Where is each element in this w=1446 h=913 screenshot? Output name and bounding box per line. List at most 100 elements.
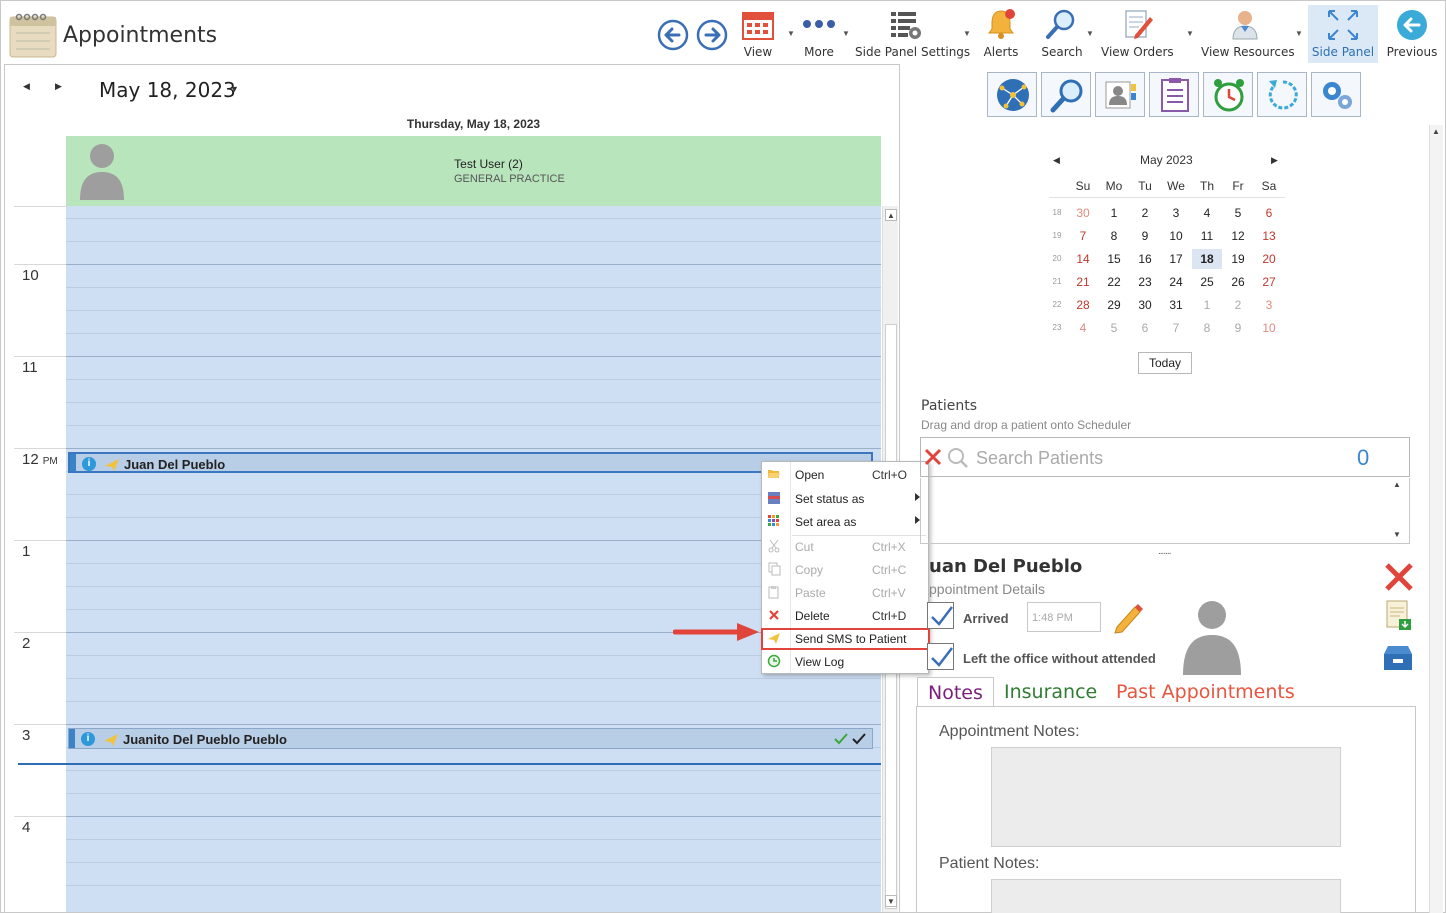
mini-cal-day[interactable]: 26: [1223, 272, 1253, 292]
view-dropdown-caret[interactable]: ▼: [787, 29, 795, 38]
mini-cal-day[interactable]: 17: [1161, 249, 1191, 269]
tab-insurance[interactable]: Insurance: [994, 677, 1107, 707]
mini-cal-day[interactable]: 10: [1161, 226, 1191, 246]
quick-settings-button[interactable]: [1311, 72, 1361, 117]
menu-item-set-area[interactable]: Set area as: [762, 510, 928, 532]
results-scroll-up[interactable]: ▲: [1393, 480, 1401, 489]
mini-cal-day[interactable]: 21: [1068, 272, 1098, 292]
scroll-down-button[interactable]: ▼: [885, 895, 897, 907]
mini-cal-day[interactable]: 31: [1161, 295, 1191, 315]
archive-box-icon[interactable]: [1382, 642, 1414, 672]
edit-pencil-icon[interactable]: [1111, 601, 1145, 635]
arrived-time-field[interactable]: 1:48 PM: [1027, 602, 1101, 632]
toolbar-search-button[interactable]: Search: [1040, 7, 1084, 63]
mini-cal-day[interactable]: 3: [1254, 295, 1284, 315]
mini-cal-day[interactable]: 23: [1130, 272, 1160, 292]
mini-cal-day[interactable]: 6: [1254, 203, 1284, 223]
mini-cal-day[interactable]: 2: [1130, 203, 1160, 223]
view-orders-caret[interactable]: ▼: [1186, 29, 1194, 38]
info-icon[interactable]: i: [82, 457, 96, 471]
mini-cal-day[interactable]: 27: [1254, 272, 1284, 292]
appointment-block[interactable]: i Juanito Del Pueblo Pueblo: [68, 728, 873, 749]
arrived-checkbox[interactable]: [927, 602, 954, 629]
mini-cal-day[interactable]: 14: [1068, 249, 1098, 269]
toolbar-previous-button[interactable]: Previous: [1385, 7, 1439, 63]
mini-cal-day[interactable]: 15: [1099, 249, 1129, 269]
quick-checklist-button[interactable]: [1149, 72, 1199, 117]
patient-results-list[interactable]: ▲ ▼: [920, 478, 1410, 544]
results-scroll-down[interactable]: ▼: [1393, 530, 1401, 539]
side-scroll-up[interactable]: ▲: [1432, 127, 1440, 136]
mini-cal-day[interactable]: 11: [1192, 226, 1222, 246]
mini-cal-day[interactable]: 9: [1223, 318, 1253, 338]
menu-item-delete[interactable]: Delete Ctrl+D: [762, 604, 928, 626]
mini-cal-day[interactable]: 20: [1254, 249, 1284, 269]
view-resources-caret[interactable]: ▼: [1295, 29, 1303, 38]
more-dropdown-caret[interactable]: ▼: [842, 29, 850, 38]
nav-forward-button[interactable]: [696, 19, 728, 56]
close-red-x-icon[interactable]: [1383, 561, 1415, 593]
toolbar-side-panel-button[interactable]: Side Panel: [1308, 5, 1378, 63]
quick-network-button[interactable]: [987, 72, 1037, 117]
menu-item-set-status[interactable]: Set status as: [762, 487, 928, 509]
side-panel-scrollbar[interactable]: ▲: [1429, 125, 1443, 913]
mini-cal-day[interactable]: 12: [1223, 226, 1253, 246]
toolbar-more-button[interactable]: More: [798, 7, 840, 63]
toolbar-view-orders-button[interactable]: View Orders: [1101, 7, 1174, 63]
today-button[interactable]: Today: [1138, 352, 1192, 374]
mini-cal-day[interactable]: 2: [1223, 295, 1253, 315]
mini-cal-day[interactable]: 5: [1099, 318, 1129, 338]
mini-cal-day[interactable]: 30: [1068, 203, 1098, 223]
mini-cal-day[interactable]: 19: [1223, 249, 1253, 269]
quick-contact-card-button[interactable]: [1095, 72, 1145, 117]
mini-cal-day[interactable]: 25: [1192, 272, 1222, 292]
tab-notes[interactable]: Notes: [917, 677, 994, 707]
patient-search-box[interactable]: Search Patients 0: [920, 437, 1410, 477]
mini-cal-day[interactable]: 8: [1099, 226, 1129, 246]
mini-cal-day[interactable]: 7: [1161, 318, 1191, 338]
mini-cal-day[interactable]: 24: [1161, 272, 1191, 292]
mini-cal-day[interactable]: 4: [1068, 318, 1098, 338]
toolbar-view-resources-button[interactable]: View Resources: [1201, 7, 1295, 63]
toolbar-alerts-button[interactable]: Alerts: [979, 7, 1023, 63]
date-dropdown-caret[interactable]: ▼: [230, 84, 239, 94]
mini-cal-prev-button[interactable]: ◀: [1053, 155, 1060, 166]
mini-cal-day[interactable]: 1: [1192, 295, 1222, 315]
patient-search-input[interactable]: Search Patients: [976, 448, 1103, 469]
quick-alarm-button[interactable]: [1203, 72, 1253, 117]
side-panel-settings-caret[interactable]: ▼: [963, 29, 971, 38]
splitter-grip[interactable]: .......: [1158, 546, 1171, 557]
nav-back-button[interactable]: [657, 19, 689, 56]
schedule-grid[interactable]: [66, 206, 881, 912]
mini-cal-day[interactable]: 6: [1130, 318, 1160, 338]
info-icon[interactable]: i: [81, 732, 95, 746]
appointment-block[interactable]: i Juan Del Pueblo: [68, 452, 873, 473]
mini-cal-day[interactable]: 13: [1254, 226, 1284, 246]
mini-cal-next-button[interactable]: ▶: [1271, 155, 1278, 166]
document-download-icon[interactable]: [1385, 599, 1413, 631]
date-title[interactable]: May 18, 2023: [99, 78, 236, 102]
mini-cal-day[interactable]: 10: [1254, 318, 1284, 338]
appointment-notes-field[interactable]: [991, 747, 1341, 847]
toolbar-side-panel-settings-button[interactable]: Side Panel Settings: [855, 7, 970, 63]
quick-refresh-button[interactable]: [1257, 72, 1307, 117]
mini-cal-day[interactable]: 7: [1068, 226, 1098, 246]
mini-cal-day[interactable]: 29: [1099, 295, 1129, 315]
menu-item-open[interactable]: Open Ctrl+O: [762, 463, 928, 485]
quick-search-button[interactable]: [1041, 72, 1091, 117]
tab-past-appointments[interactable]: Past Appointments: [1106, 677, 1305, 707]
mini-cal-month[interactable]: May 2023: [1140, 153, 1193, 167]
patient-notes-field[interactable]: [991, 879, 1341, 913]
scroll-up-button[interactable]: ▲: [885, 209, 897, 221]
mini-cal-day[interactable]: 8: [1192, 318, 1222, 338]
mini-cal-day[interactable]: 1: [1099, 203, 1129, 223]
menu-item-view-log[interactable]: View Log: [762, 650, 928, 672]
mini-cal-day[interactable]: 9: [1130, 226, 1160, 246]
search-dropdown-caret[interactable]: ▼: [1086, 29, 1094, 38]
left-office-checkbox[interactable]: [927, 643, 954, 670]
mini-cal-day[interactable]: 3: [1161, 203, 1191, 223]
mini-cal-day[interactable]: 28: [1068, 295, 1098, 315]
mini-cal-day-today[interactable]: 18: [1192, 249, 1222, 269]
mini-cal-day[interactable]: 22: [1099, 272, 1129, 292]
toolbar-view-button[interactable]: View: [738, 7, 780, 63]
